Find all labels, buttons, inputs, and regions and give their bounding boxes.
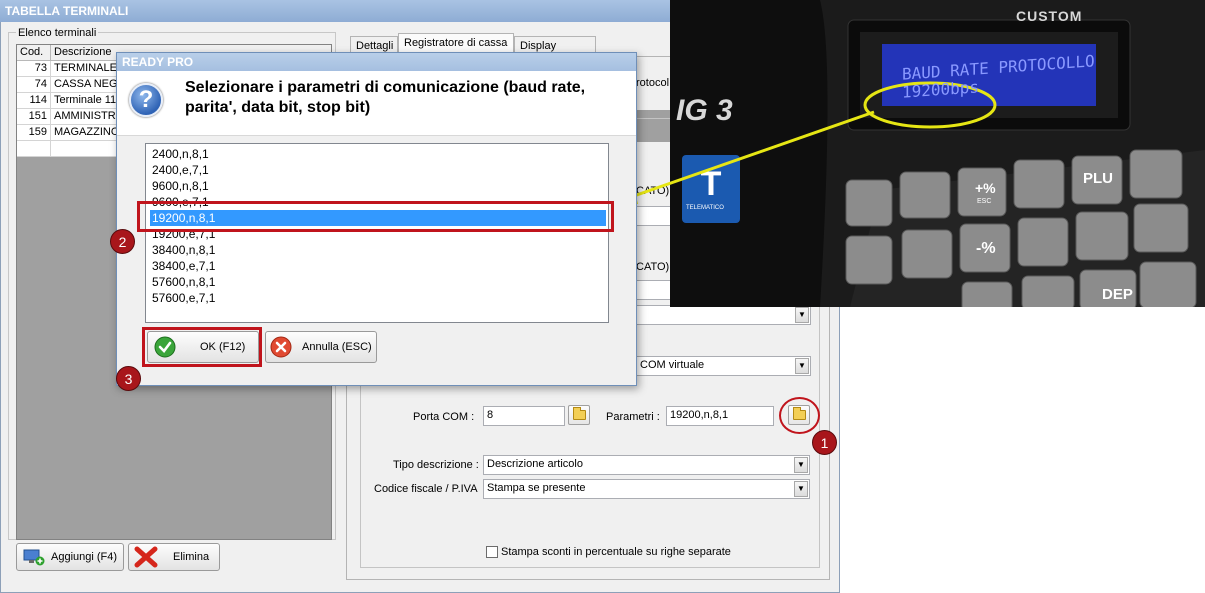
list-item[interactable]: 57600,e,7,1 <box>150 290 606 306</box>
cato-label-2: CATO) <box>636 261 670 273</box>
cell-cod: 74 <box>17 77 51 92</box>
parameters-list[interactable]: 2400,n,8,1 2400,e,7,1 9600,n,8,1 9600,e,… <box>145 143 609 323</box>
chevron-down-icon: ▼ <box>794 481 808 497</box>
add-monitor-icon <box>23 549 45 566</box>
stampa-sconti-checkbox[interactable] <box>486 546 498 558</box>
add-terminal-label: Aggiungi (F4) <box>51 551 118 563</box>
key-dep: DEP <box>1102 286 1133 303</box>
tipo-descrizione-value: Descrizione articolo <box>487 458 583 470</box>
cell-cod: 151 <box>17 109 51 124</box>
chevron-down-icon: ▼ <box>794 457 808 473</box>
parametri-input[interactable]: 19200,n,8,1 <box>666 406 774 426</box>
porta-com-label: Porta COM : <box>413 411 475 423</box>
callout-arrow <box>614 110 875 204</box>
codice-fiscale-select[interactable]: Stampa se presente ▼ <box>483 479 810 499</box>
step-badge-2: 2 <box>110 229 135 254</box>
chevron-down-icon: ▼ <box>795 307 809 323</box>
ok-button-highlight <box>142 327 262 367</box>
cell-cod: 73 <box>17 61 51 76</box>
tipo-descrizione-label: Tipo descrizione : <box>393 459 479 471</box>
tipo-descrizione-select[interactable]: Descrizione articolo ▼ <box>483 455 810 475</box>
step-badge-1: 1 <box>812 430 837 455</box>
codice-fiscale-value: Stampa se presente <box>487 482 586 494</box>
porta-com-browse-button[interactable] <box>568 405 590 425</box>
question-icon: ? <box>129 83 163 117</box>
brand-logo: CUSTOM <box>1016 8 1083 24</box>
stampa-sconti-label: Stampa sconti in percentuale su righe se… <box>501 546 731 558</box>
key-plus-percent: +% <box>975 180 996 196</box>
delete-terminal-button[interactable]: Elimina <box>128 543 220 571</box>
delete-terminal-label: Elimina <box>173 551 210 563</box>
key-esc: ESC <box>977 198 992 205</box>
column-header-cod[interactable]: Cod. <box>17 45 51 61</box>
dialog-title: READY PRO <box>117 53 636 71</box>
list-item[interactable]: 2400,e,7,1 <box>150 162 606 178</box>
cell-cod: 114 <box>17 93 51 108</box>
cancel-icon <box>270 336 292 358</box>
key-minus-percent: -% <box>976 240 996 257</box>
cell-cod <box>17 141 51 156</box>
chevron-down-icon: ▼ <box>795 358 809 374</box>
protocol-label-fragment: rotocol <box>636 77 670 89</box>
folder-icon <box>572 407 586 420</box>
list-item[interactable]: 2400,n,8,1 <box>150 146 606 162</box>
cancel-button[interactable]: Annulla (ESC) <box>265 331 377 363</box>
porta-com-input[interactable]: 8 <box>483 406 565 426</box>
cell-cod: 159 <box>17 125 51 140</box>
add-terminal-button[interactable]: Aggiungi (F4) <box>16 543 124 571</box>
list-item[interactable]: 38400,n,8,1 <box>150 242 606 258</box>
com-virtuale-select[interactable]: COM virtuale ▼ <box>636 356 811 376</box>
dialog-message: Selezionare i parametri di comunicazione… <box>185 79 586 116</box>
list-item[interactable]: 9600,n,8,1 <box>150 178 606 194</box>
connection-select[interactable]: ▼ <box>636 305 811 325</box>
list-item[interactable]: 57600,n,8,1 <box>150 274 606 290</box>
parametri-highlight-circle <box>779 397 820 434</box>
codice-fiscale-label: Codice fiscale / P.IVA <box>374 483 478 495</box>
cancel-label: Annulla (ESC) <box>302 341 372 353</box>
com-virtuale-value: COM virtuale <box>640 359 705 371</box>
step-badge-3: 3 <box>116 366 141 391</box>
parametri-label: Parametri : <box>606 411 660 423</box>
elenco-legend: Elenco terminali <box>16 27 99 39</box>
delete-x-icon <box>134 546 158 568</box>
list-item[interactable]: 38400,e,7,1 <box>150 258 606 274</box>
selected-option-highlight <box>137 201 614 232</box>
key-plu: PLU <box>1083 170 1113 187</box>
